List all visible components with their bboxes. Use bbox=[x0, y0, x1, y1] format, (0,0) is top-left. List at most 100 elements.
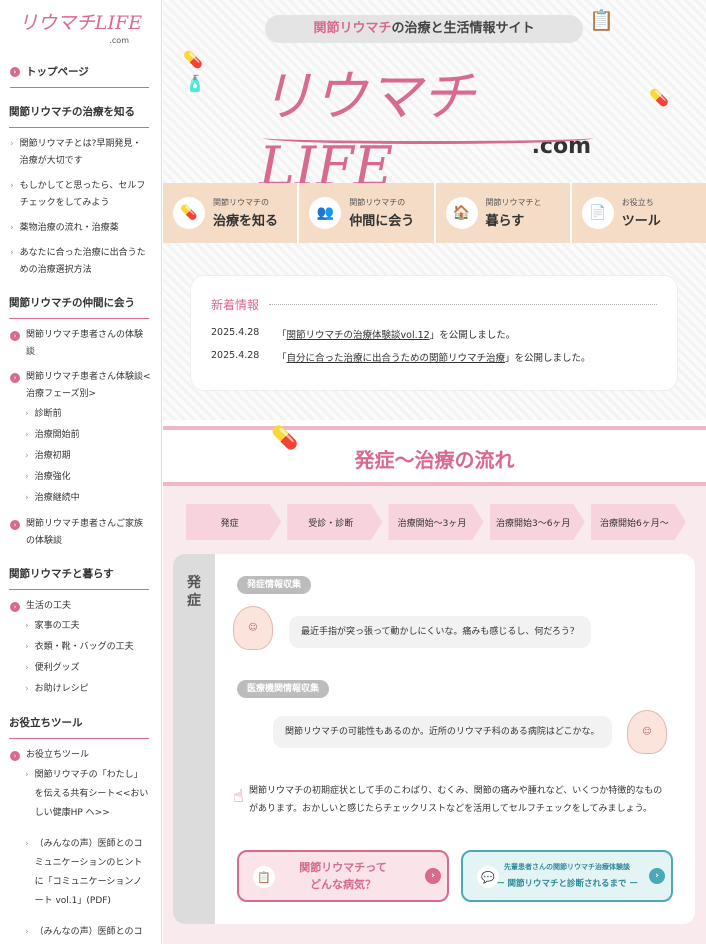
sidebar-link[interactable]: › 関節リウマチ患者さんご家族の体験談 bbox=[10, 516, 151, 550]
sidebar-heading: 関節リウマチと暮らす bbox=[9, 566, 149, 590]
sidebar-link-label: 便利グッズ bbox=[34, 663, 80, 673]
sidebar-link[interactable]: › もしかしてと思ったら、セルフチェックをしてみよう bbox=[10, 178, 149, 212]
button-title: ー 関節リウマチと診断されるまで ー bbox=[496, 879, 638, 889]
what-is-ra-button[interactable]: 📋 関節リウマチって どんな病気？ › bbox=[237, 850, 449, 902]
hero: 関節リウマチの治療と生活情報サイト 📋 💊 🧴 💊 リウマチLIFE .com … bbox=[163, 0, 706, 420]
sidebar-link[interactable]: › 薬物治療の流れ・治療薬 bbox=[10, 220, 149, 237]
pills-icon: 💊 bbox=[173, 197, 205, 229]
sidebar-link-label: 関節リウマチとは?早期発見・治療が大切です bbox=[19, 139, 142, 166]
chevron-right-icon: › bbox=[10, 66, 20, 77]
phase-panel: 発 症 発症情報収集 ☺ 最近手指が突っ張って動かしにくいな。痛みも感じるし、何… bbox=[173, 554, 695, 924]
sidebar-link[interactable]: › 生活の工夫 bbox=[10, 598, 151, 615]
flow-steps: 発症 受診・診断 治療開始〜3ヶ月 治療開始3〜6ヶ月 治療開始6ヶ月〜 bbox=[186, 504, 687, 540]
sidebar-link-label: 関節リウマチ患者さんの体験談 bbox=[26, 330, 144, 357]
speech-bubble: 最近手指が突っ張って動かしにくいな。痛みも感じるし、何だろう？ bbox=[289, 616, 591, 648]
flow-step[interactable]: 治療開始〜3ヶ月 bbox=[388, 504, 484, 540]
site-logo-suffix: .com bbox=[109, 36, 129, 45]
chevron-right-icon: › bbox=[10, 139, 14, 149]
flow-step[interactable]: 受診・診断 bbox=[287, 504, 383, 540]
chevron-right-icon: › bbox=[10, 520, 20, 530]
chevron-right-icon: › bbox=[25, 839, 29, 849]
sidebar-link-label: 生活の工夫 bbox=[26, 601, 72, 611]
flow-step[interactable]: 発症 bbox=[186, 504, 282, 540]
site-logo[interactable]: リウマチLIFE .com bbox=[0, 0, 161, 48]
chevron-right-icon: › bbox=[25, 493, 29, 503]
nav-item-peers[interactable]: 👥 関節リウマチの 仲間に会う bbox=[299, 183, 436, 243]
chevron-right-icon: › bbox=[25, 663, 29, 673]
chat-bubble-icon: 💬 bbox=[477, 866, 499, 888]
news-date: 2025.4.28 bbox=[211, 327, 260, 338]
sidebar-link-label: 衣類・靴・バッグの工夫 bbox=[34, 642, 134, 652]
info-pill: 医療機関情報収集 bbox=[237, 680, 330, 698]
patient-stories-button[interactable]: 💬 先輩患者さんの関節リウマチ治療体験談 ー 関節リウマチと診断されるまで ー … bbox=[461, 850, 673, 902]
clipboard-icon: 📋 bbox=[589, 8, 614, 32]
news-link[interactable]: 自分に合った治療に出合うための関節リウマチ治療 bbox=[287, 350, 506, 364]
sidebar-link[interactable]: › 関節リウマチ患者さん体験談<治療フェーズ別> bbox=[10, 369, 151, 403]
nav-item-title: 仲間に会う bbox=[349, 214, 415, 229]
sidebar-sublink[interactable]: › 治療初期 bbox=[25, 447, 149, 466]
flow-step[interactable]: 治療開始3〜6ヶ月 bbox=[489, 504, 585, 540]
sidebar-sublink[interactable]: › （みんなの声）医師とのコミュニケーションのヒント bbox=[25, 923, 149, 944]
news-suffix: 」を公開しました。 bbox=[429, 330, 516, 341]
sidebar-link[interactable]: › 関節リウマチとは?早期発見・治療が大切です bbox=[10, 136, 149, 170]
main-content: 関節リウマチの治療と生活情報サイト 📋 💊 🧴 💊 リウマチLIFE .com … bbox=[163, 0, 706, 944]
sidebar-sublink[interactable]: › 衣類・靴・バッグの工夫 bbox=[25, 638, 149, 657]
sidebar-link-label: （みんなの声）医師とのコミュニケーションのヒント bbox=[34, 927, 143, 937]
nav-item-tools[interactable]: 📄 お役立ち ツール bbox=[571, 183, 706, 243]
button-text: 関節リウマチって どんな病気？ bbox=[299, 859, 386, 893]
document-icon: 📄 bbox=[581, 197, 614, 229]
divider bbox=[269, 304, 657, 305]
house-icon: 🏠 bbox=[445, 197, 478, 229]
sidebar-sublink[interactable]: › 便利グッズ bbox=[25, 659, 149, 678]
nav-item-living[interactable]: 🏠 関節リウマチと暮らす bbox=[435, 183, 572, 243]
chevron-right-icon: › bbox=[25, 642, 29, 652]
sidebar-link-label: 治療初期 bbox=[34, 451, 71, 461]
sidebar-sublink[interactable]: › 治療継続中 bbox=[25, 489, 149, 508]
sidebar-sublink[interactable]: › お助けレシピ bbox=[25, 680, 149, 699]
main-nav: 💊 関節リウマチの 治療を知る 👥 関節リウマチの 仲間に会う 🏠 関節リウマチと暮… bbox=[163, 183, 706, 243]
logo-swoosh bbox=[263, 132, 593, 144]
sidebar-sublink[interactable]: › 診断前 bbox=[25, 405, 149, 424]
sidebar-link[interactable]: › お役立ちツール bbox=[10, 747, 151, 764]
chevron-right-icon: › bbox=[25, 409, 29, 419]
news-item: 2025.4.28 「自分に合った治療に出合うための関節リウマチ治療 」を公開しま… bbox=[211, 350, 657, 364]
patient-avatar-icon: ☺ bbox=[233, 606, 273, 650]
nav-item-subtitle: 関節リウマチと bbox=[485, 198, 542, 207]
news-box: 新着情報 2025.4.28 「関節リウマチの治療体験談vol.12 」を公開しま… bbox=[190, 275, 678, 391]
chevron-right-icon: › bbox=[25, 451, 29, 461]
news-link[interactable]: 関節リウマチの治療体験談vol.12 bbox=[287, 327, 430, 341]
phase-label: 発 症 bbox=[173, 554, 215, 924]
sidebar-link-label: 治療開始前 bbox=[34, 430, 80, 440]
chevron-right-icon: › bbox=[425, 868, 441, 884]
sidebar-sublink[interactable]: › （みんなの声）医師とのコミュニケーションのヒントに「コミュニケーションノート … bbox=[25, 835, 149, 911]
chevron-right-icon: › bbox=[25, 621, 29, 631]
sidebar-sublink[interactable]: › 治療強化 bbox=[25, 468, 149, 487]
sidebar-link-label: 関節リウマチの「わたし」を伝える共有シート<<おいしい健康HP へ>> bbox=[34, 770, 149, 818]
chevron-right-icon: › bbox=[10, 331, 20, 341]
sidebar-link-label: 治療継続中 bbox=[34, 493, 80, 503]
sidebar-link-label: 家事の工夫 bbox=[34, 621, 80, 631]
sidebar-sublink[interactable]: › 関節リウマチの「わたし」を伝える共有シート<<おいしい健康HP へ>> bbox=[25, 766, 149, 823]
nav-item-subtitle: 関節リウマチの bbox=[213, 198, 269, 207]
sidebar-link[interactable]: › 関節リウマチ患者さんの体験談 bbox=[10, 327, 151, 361]
sidebar-link[interactable]: › あなたに合った治療に出合うための治療選択方法 bbox=[10, 245, 149, 279]
news-suffix: 」を公開しました。 bbox=[505, 353, 591, 364]
tagline-text: の治療と生活情報サイト bbox=[391, 21, 535, 36]
chevron-right-icon: › bbox=[10, 248, 14, 258]
chevron-right-icon: › bbox=[10, 181, 14, 191]
button-line: 関節リウマチって bbox=[299, 861, 387, 874]
pill-icon: 💊 bbox=[183, 50, 203, 69]
nav-item-treatment[interactable]: 💊 関節リウマチの 治療を知る bbox=[163, 183, 300, 243]
sidebar-item-top[interactable]: › トップページ bbox=[10, 64, 149, 88]
flow-step[interactable]: 治療開始6ヶ月〜 bbox=[590, 504, 687, 540]
news-quote-open: 「 bbox=[277, 330, 287, 341]
sidebar-sublink[interactable]: › 家事の工夫 bbox=[25, 617, 149, 636]
news-heading: 新着情報 bbox=[211, 296, 657, 313]
chevron-right-icon: › bbox=[649, 868, 665, 884]
chevron-right-icon: › bbox=[25, 770, 29, 780]
sidebar-item-label: トップページ bbox=[26, 66, 89, 78]
nav-item-title: 暮らす bbox=[485, 214, 525, 229]
pill-icon: 💊 bbox=[649, 88, 669, 107]
sidebar-sublink[interactable]: › 治療開始前 bbox=[25, 426, 149, 445]
people-icon: 👥 bbox=[309, 197, 342, 229]
